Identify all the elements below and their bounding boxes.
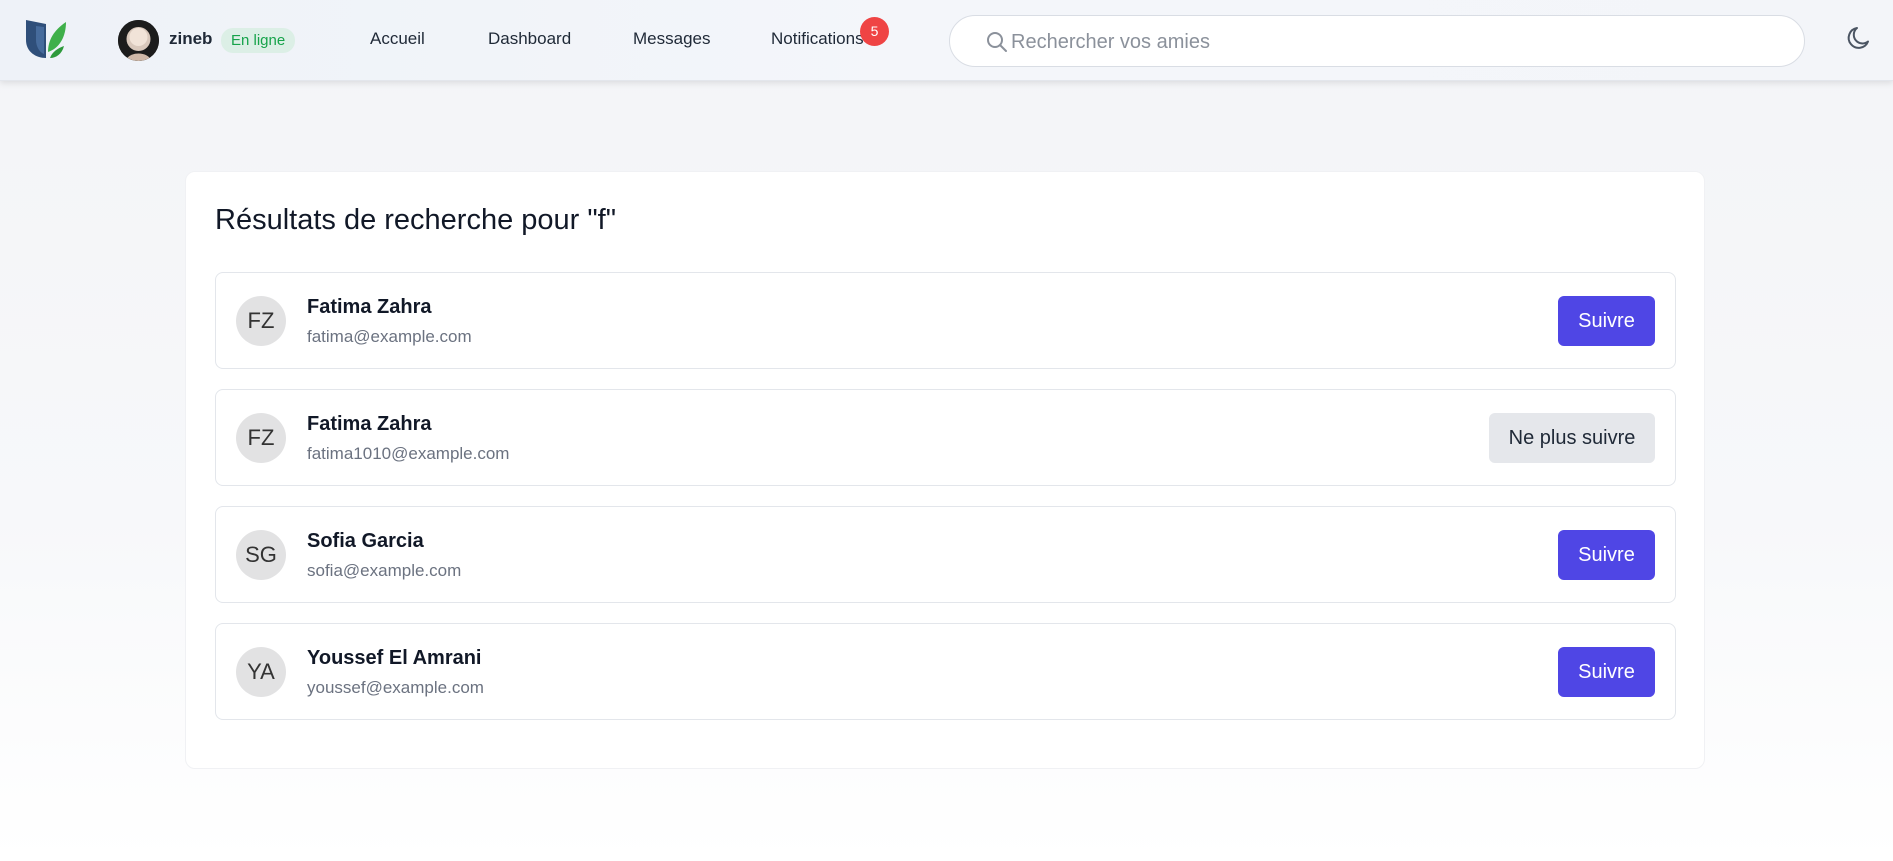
follow-button[interactable]: Suivre	[1558, 530, 1655, 580]
username: zineb	[169, 29, 213, 48]
search-results-card: Résultats de recherche pour "f" FZ Fatim…	[185, 171, 1705, 769]
result-name[interactable]: Fatima Zahra	[307, 413, 431, 436]
search-input[interactable]	[1011, 26, 1771, 58]
result-item: SG Sofia Garcia sofia@example.com Suivre	[215, 506, 1676, 603]
unfollow-button[interactable]: Ne plus suivre	[1489, 413, 1655, 463]
result-item: FZ Fatima Zahra fatima@example.com Suivr…	[215, 272, 1676, 369]
result-email: fatima@example.com	[307, 327, 472, 346]
result-name[interactable]: Sofia Garcia	[307, 530, 424, 553]
result-email: sofia@example.com	[307, 561, 462, 580]
nav-notifications[interactable]: Notifications	[771, 29, 864, 49]
notification-count-badge: 5	[860, 17, 889, 46]
follow-button[interactable]: Suivre	[1558, 647, 1655, 697]
avatar: YA	[236, 647, 286, 697]
result-name[interactable]: Fatima Zahra	[307, 296, 431, 319]
nav-dashboard[interactable]: Dashboard	[488, 29, 571, 49]
result-item: YA Youssef El Amrani youssef@example.com…	[215, 623, 1676, 720]
online-status-badge: En ligne	[221, 28, 296, 53]
nav-accueil[interactable]: Accueil	[370, 29, 425, 49]
user-avatar[interactable]	[118, 20, 159, 61]
page-title: Résultats de recherche pour "f"	[215, 204, 617, 236]
result-email: fatima1010@example.com	[307, 444, 510, 463]
result-name[interactable]: Youssef El Amrani	[307, 647, 482, 670]
app-logo-icon[interactable]	[24, 18, 68, 62]
result-item: FZ Fatima Zahra fatima1010@example.com N…	[215, 389, 1676, 486]
result-email: youssef@example.com	[307, 678, 484, 697]
avatar: FZ	[236, 413, 286, 463]
follow-button[interactable]: Suivre	[1558, 296, 1655, 346]
avatar: SG	[236, 530, 286, 580]
search-icon	[987, 32, 1007, 52]
top-navbar: zineb En ligne Accueil Dashboard Message…	[0, 0, 1893, 81]
nav-messages[interactable]: Messages	[633, 29, 710, 49]
avatar: FZ	[236, 296, 286, 346]
search-bar	[949, 15, 1805, 67]
moon-icon[interactable]	[1846, 24, 1874, 52]
